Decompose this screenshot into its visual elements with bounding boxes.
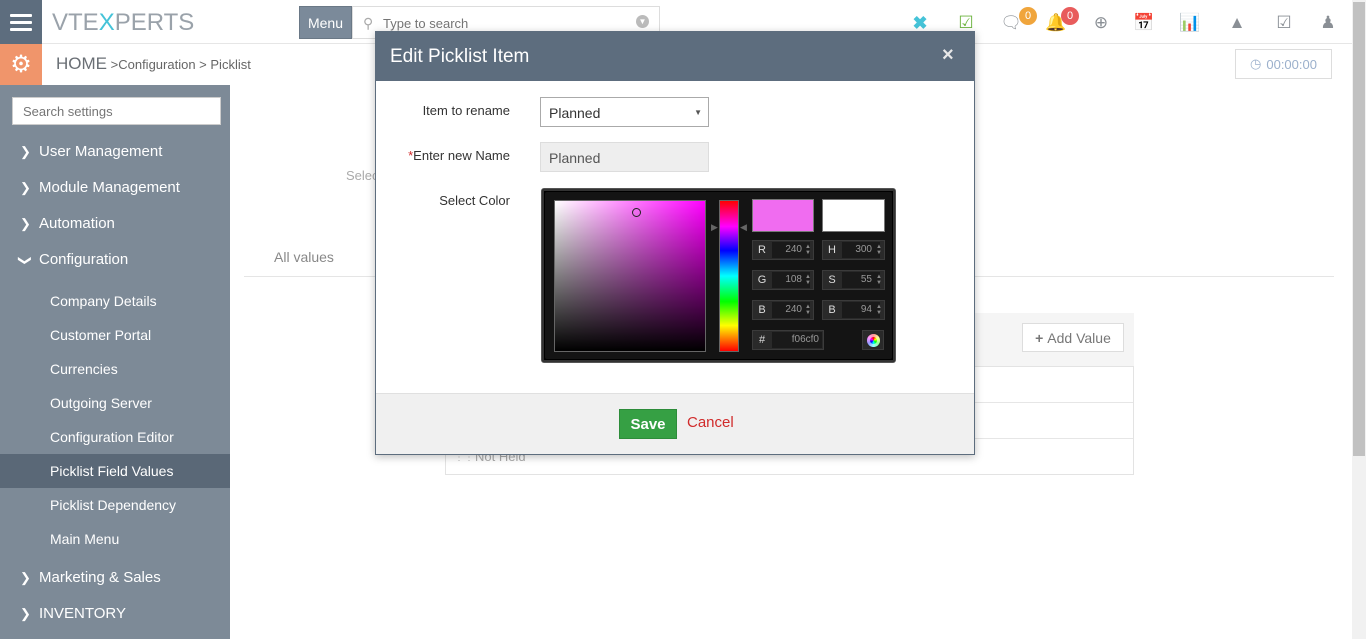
new-name-label: *Enter new Name [408, 148, 510, 163]
chevron-right-icon: ❯ [20, 215, 31, 231]
hue-marker-right-icon: ◀ [740, 222, 747, 232]
edit-picklist-modal: Edit Picklist Item × Item to rename Plan… [375, 31, 975, 455]
sidebar-section-marketing-sales[interactable]: ❯ Marketing & Sales [20, 569, 161, 586]
chevron-right-icon: ❯ [20, 605, 31, 621]
breadcrumb-home[interactable]: HOME [56, 54, 107, 73]
settings-gear-icon[interactable]: ⚙ [0, 44, 42, 85]
chevron-right-icon: ❯ [20, 143, 31, 159]
chevron-right-icon: ❯ [20, 179, 31, 195]
green-field[interactable]: G 108 ▲ ▼ [752, 270, 814, 290]
plus-icon: + [1035, 329, 1044, 346]
blue-field[interactable]: B 240 ▲ ▼ [752, 300, 814, 320]
add-value-button[interactable]: + Add Value [1022, 323, 1124, 352]
search-icon: ⚲ [363, 15, 374, 31]
save-button[interactable]: Save [619, 409, 677, 439]
timer[interactable]: ◷ 00:00:00 [1235, 49, 1332, 79]
plus-circle-icon[interactable]: ⊕ [1090, 12, 1112, 34]
sidebar-section-module-management[interactable]: ❯ Module Management [20, 179, 180, 196]
hex-field[interactable]: # f06cf0 [752, 330, 824, 350]
bar-chart-icon[interactable]: 📊 [1179, 12, 1201, 34]
hamburger-menu-icon[interactable] [0, 0, 42, 44]
modal-title: Edit Picklist Item [390, 46, 530, 67]
select-color-label: Select Color [439, 193, 510, 208]
vtexperts-logo[interactable]: VTEXPERTS [52, 9, 194, 37]
sidebar-item-outgoing-server[interactable]: Outgoing Server [50, 395, 152, 411]
sidebar-section-automation[interactable]: ❯ Automation [20, 215, 115, 232]
sidebar-item-configuration-editor[interactable]: Configuration Editor [50, 429, 174, 445]
chevron-right-icon: ❯ [20, 569, 31, 585]
new-name-field[interactable]: Planned [540, 142, 709, 172]
red-field[interactable]: R 240 ▲ ▼ [752, 240, 814, 260]
item-to-rename-label: Item to rename [422, 103, 510, 118]
area-chart-icon[interactable]: ▲ [1226, 12, 1248, 34]
spinner-icon: ▲ ▼ [876, 304, 882, 316]
dropdown-arrow-icon: ▼ [694, 108, 702, 117]
menu-button[interactable]: Menu [299, 6, 352, 39]
item-to-rename-select[interactable]: Planned ▼ [540, 97, 709, 127]
cancel-link[interactable]: Cancel [687, 414, 734, 431]
saturation-field[interactable]: S 55 ▲ ▼ [822, 270, 885, 290]
clock-icon: ◷ [1250, 56, 1262, 71]
spinner-icon: ▲ ▼ [876, 274, 882, 286]
sidebar-section-user-management[interactable]: ❯ User Management [20, 143, 162, 160]
spinner-icon: ▲ ▼ [805, 244, 811, 256]
breadcrumb: HOME >Configuration > Picklist [56, 54, 251, 73]
chevron-down-icon: ❯ [18, 254, 33, 266]
breadcrumb-configuration[interactable]: Configuration [118, 57, 195, 72]
search-input[interactable] [383, 13, 633, 33]
tab-all-values[interactable]: All values [274, 249, 334, 265]
user-icon[interactable]: ♟ [1317, 12, 1339, 34]
close-icon[interactable]: × [942, 44, 954, 67]
sidebar-item-picklist-field-values[interactable]: Picklist Field Values [50, 463, 173, 479]
spinner-icon: ▲ ▼ [876, 244, 882, 256]
color-wheel-icon[interactable] [862, 330, 884, 350]
notification-count-badge: 0 [1061, 7, 1079, 25]
sidebar-section-configuration[interactable]: ❯ Configuration [18, 251, 128, 268]
sidebar-item-picklist-dependency[interactable]: Picklist Dependency [50, 497, 176, 513]
hue-marker-left-icon: ▶ [711, 222, 718, 232]
brightness-field[interactable]: B 94 ▲ ▼ [822, 300, 885, 320]
hue-slider[interactable] [719, 200, 739, 352]
chat-count-badge: 0 [1019, 7, 1037, 25]
sidebar-item-main-menu[interactable]: Main Menu [50, 531, 119, 547]
scrollbar-thumb[interactable] [1353, 2, 1365, 456]
current-color-swatch[interactable] [822, 199, 885, 232]
chevron-down-icon[interactable]: ▼ [636, 15, 649, 28]
sidebar-item-customer-portal[interactable]: Customer Portal [50, 327, 151, 343]
color-cursor[interactable] [632, 208, 641, 217]
sidebar-item-currencies[interactable]: Currencies [50, 361, 118, 377]
settings-search-input[interactable] [12, 97, 221, 125]
color-picker: ▶ ◀ R 240 ▲ ▼ H 300 ▲ ▼ G 108 ▲ ▼ S 55 ▲ ▼ B 240 ▲ ▼ B9… [541, 188, 896, 363]
spinner-icon: ▲ ▼ [805, 274, 811, 286]
sidebar-section-inventory[interactable]: ❯ INVENTORY [20, 605, 126, 622]
spinner-icon: ▲ ▼ [805, 304, 811, 316]
saturation-brightness-area[interactable] [554, 200, 706, 352]
select-module-label: Selec [346, 168, 379, 183]
new-color-swatch [752, 199, 814, 232]
hue-field[interactable]: H 300 ▲ ▼ [822, 240, 885, 260]
sidebar-item-company-details[interactable]: Company Details [50, 293, 157, 309]
calendar-icon[interactable]: 📅 [1133, 12, 1155, 34]
timer-value: 00:00:00 [1266, 56, 1317, 72]
breadcrumb-picklist: Picklist [210, 57, 251, 72]
checkbox-icon[interactable]: ☑ [1273, 12, 1295, 34]
